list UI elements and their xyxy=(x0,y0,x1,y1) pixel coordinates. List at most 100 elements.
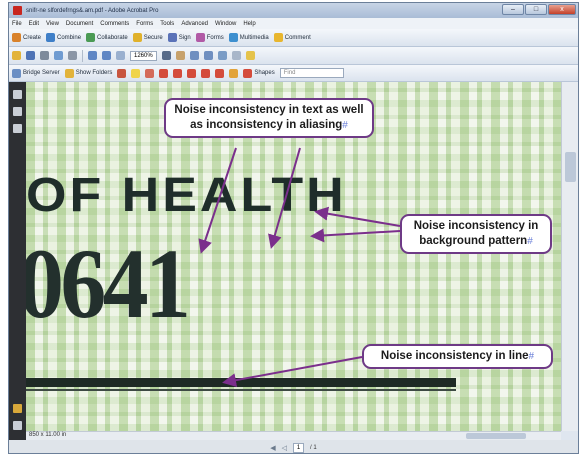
rectangle-icon[interactable] xyxy=(159,68,169,78)
folder-icon xyxy=(64,68,74,78)
minimize-button[interactable]: – xyxy=(502,4,524,15)
page-count: / 1 xyxy=(310,444,317,451)
forms-icon xyxy=(195,33,205,42)
vertical-scrollbar[interactable] xyxy=(561,82,578,431)
menu-help[interactable]: Help xyxy=(243,21,255,27)
bridge-server-button[interactable]: Bridge Server xyxy=(12,68,60,78)
show-folders-button[interactable]: Show Folders xyxy=(64,68,112,78)
comment-label: Comment xyxy=(284,34,311,41)
attachments-panel-icon[interactable] xyxy=(13,404,22,413)
bridge-server-label: Bridge Server xyxy=(23,70,60,76)
print-icon[interactable] xyxy=(40,51,49,60)
signatures-panel-icon[interactable] xyxy=(13,124,22,133)
line-icon[interactable] xyxy=(187,68,197,78)
save-icon[interactable] xyxy=(26,51,35,60)
title-bar: snifr-ne slfordefrngs&.am.pdf - Adobe Ac… xyxy=(9,3,578,18)
toolbar-separator xyxy=(82,49,83,62)
page-number-field[interactable]: 1 xyxy=(293,442,305,453)
arrow-icon[interactable] xyxy=(201,68,211,78)
highlight-icon[interactable] xyxy=(131,68,141,78)
horizontal-scroll-thumb[interactable] xyxy=(466,433,526,439)
document-number-text: 0641 xyxy=(26,228,191,339)
rotate-icon[interactable] xyxy=(217,51,227,60)
comment-icon xyxy=(273,33,283,42)
select-tool-icon[interactable] xyxy=(161,51,171,60)
settings-icon[interactable] xyxy=(68,51,77,60)
printed-line-shadow xyxy=(26,389,456,391)
comments-panel-icon[interactable] xyxy=(13,421,22,430)
menu-document[interactable]: Document xyxy=(66,21,93,27)
sign-label: Sign xyxy=(178,34,191,41)
ellipse-icon[interactable] xyxy=(173,68,183,78)
fit-width-icon[interactable] xyxy=(203,51,213,60)
create-button[interactable]: Create xyxy=(12,33,41,42)
menu-edit[interactable]: Edit xyxy=(29,21,39,27)
multimedia-button[interactable]: Multimedia xyxy=(228,33,269,42)
first-page-arrow-icon[interactable]: ◀ xyxy=(270,444,275,452)
shapes-icon xyxy=(243,68,253,78)
navigation-pane xyxy=(9,82,26,440)
menu-file[interactable]: File xyxy=(12,21,22,27)
email-icon[interactable] xyxy=(54,51,63,60)
horizontal-scrollbar[interactable] xyxy=(26,431,561,440)
status-bar: ◀ ◁ 1 / 1 xyxy=(9,440,578,453)
previous-page-icon[interactable] xyxy=(88,51,97,60)
vertical-scroll-thumb[interactable] xyxy=(565,152,576,182)
underline-icon[interactable] xyxy=(145,68,155,78)
stamp-button[interactable] xyxy=(117,68,127,78)
close-button[interactable]: x xyxy=(548,4,576,15)
menu-bar: File Edit View Document Comments Forms T… xyxy=(9,18,578,29)
document-heading-text: OF HEALTH xyxy=(26,168,347,223)
create-label: Create xyxy=(23,34,42,41)
zoom-level-field[interactable]: 1260% xyxy=(130,50,157,61)
combine-label: Combine xyxy=(57,34,82,41)
combine-button[interactable]: Combine xyxy=(46,33,81,42)
sticky-note-icon[interactable] xyxy=(245,51,255,60)
callout-background-noise: Noise inconsistency in background patter… xyxy=(400,214,552,254)
printed-line xyxy=(26,378,456,387)
open-folder-icon[interactable] xyxy=(12,51,21,60)
sign-button[interactable]: Sign xyxy=(167,33,191,42)
menu-advanced[interactable]: Advanced xyxy=(181,21,208,27)
menu-window[interactable]: Window xyxy=(215,21,236,27)
pencil-icon[interactable] xyxy=(229,68,239,78)
forms-button[interactable]: Forms xyxy=(195,33,224,42)
zoom-in-icon[interactable] xyxy=(116,51,125,60)
callout-line-noise: Noise inconsistency in line# xyxy=(362,344,553,369)
collaborate-icon xyxy=(86,33,96,42)
multimedia-label: Multimedia xyxy=(239,34,269,41)
callout-background-noise-label: Noise inconsistency in background patter… xyxy=(413,220,539,247)
tasks-toolbar: Create Combine Collaborate Secure Sign F… xyxy=(9,29,578,47)
previous-page-arrow-icon[interactable]: ◁ xyxy=(282,444,287,452)
shapes-button[interactable]: Shapes xyxy=(243,68,275,78)
menu-view[interactable]: View xyxy=(46,21,59,27)
secure-label: Secure xyxy=(143,34,163,41)
acrobat-app-icon xyxy=(13,6,22,15)
secure-button[interactable]: Secure xyxy=(132,33,163,42)
menu-comments[interactable]: Comments xyxy=(100,21,129,27)
next-page-icon[interactable] xyxy=(102,51,111,60)
cloud-icon[interactable] xyxy=(215,68,225,78)
page-size-readout: 850 x 11.00 in xyxy=(29,432,67,438)
fit-page-icon[interactable] xyxy=(189,51,199,60)
file-toolbar: 1260% xyxy=(9,47,578,65)
menu-forms[interactable]: Forms xyxy=(136,21,153,27)
forms-label: Forms xyxy=(206,34,224,41)
lock-icon xyxy=(132,33,142,42)
document-icon[interactable] xyxy=(231,51,241,60)
menu-tools[interactable]: Tools xyxy=(160,21,174,27)
comment-toolbar: Bridge Server Show Folders Shapes Find xyxy=(9,65,578,82)
callout-text-noise-label: Noise inconsistency in text as well as i… xyxy=(174,104,364,131)
combine-icon xyxy=(46,33,56,42)
hand-tool-icon[interactable] xyxy=(175,51,185,60)
find-input[interactable]: Find xyxy=(279,68,344,78)
maximize-button[interactable]: □ xyxy=(525,4,547,15)
callout-text-noise: Noise inconsistency in text as well as i… xyxy=(164,98,374,138)
comment-button[interactable]: Comment xyxy=(273,33,311,42)
collaborate-button[interactable]: Collaborate xyxy=(86,33,128,42)
bookmarks-panel-icon[interactable] xyxy=(13,107,22,116)
film-icon xyxy=(228,33,238,42)
callout-marker: # xyxy=(528,351,535,362)
pages-panel-icon[interactable] xyxy=(13,90,22,99)
stamp-icon xyxy=(117,68,127,78)
